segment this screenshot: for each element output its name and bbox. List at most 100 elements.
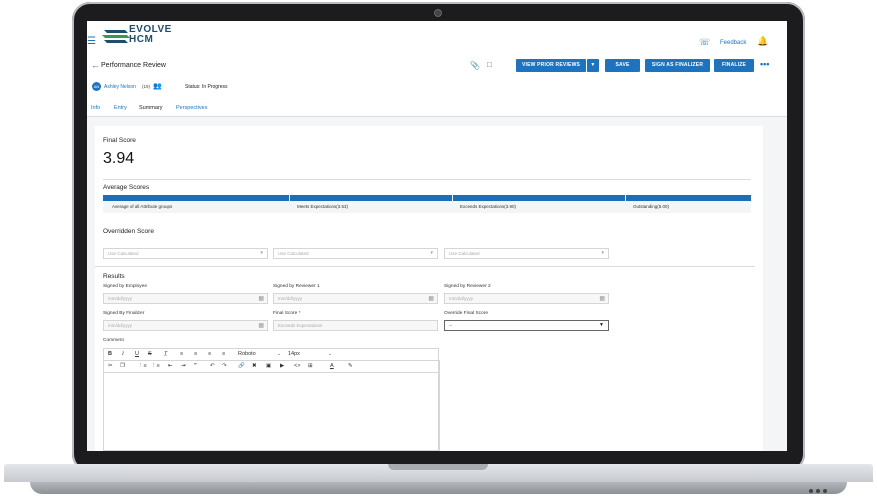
average-cell: Meets Expectations(3.53)	[297, 204, 349, 209]
align-justify-icon[interactable]: ≡	[222, 351, 225, 357]
camera-icon	[434, 9, 442, 17]
comment-editor[interactable]: B I U S T̲ ≡ ≡ ≡ ≡ Roboto ⌄ 14px ⌄ ✂ ❐ ⋮…	[103, 348, 439, 451]
override-final-score-select[interactable]: -- ▼	[444, 320, 609, 331]
led	[816, 489, 820, 493]
align-left-icon[interactable]: ≡	[180, 351, 183, 357]
unlink-icon[interactable]: ✖	[252, 363, 257, 369]
chevron-down-icon[interactable]: ⌄	[277, 351, 281, 357]
font-size-select[interactable]: 14px	[288, 351, 300, 357]
outdent-icon[interactable]: ⇤	[168, 363, 173, 369]
feedback-link[interactable]: Feedback	[720, 40, 746, 46]
tab-perspectives[interactable]: Perspectives	[176, 105, 208, 111]
calendar-icon[interactable]: ▦	[258, 322, 264, 329]
view-prior-reviews-button[interactable]: VIEW PRIOR REVIEWS	[516, 59, 586, 72]
user-count: (19)	[142, 84, 151, 89]
overridden-score-title: Overridden Score	[103, 228, 154, 235]
comment-icon[interactable]: □	[487, 60, 492, 69]
hamburger-menu-icon[interactable]: ☰	[87, 36, 96, 47]
editor-toolbar-row1: B I U S T̲ ≡ ≡ ≡ ≡ Roboto ⌄ 14px ⌄	[104, 349, 438, 361]
avatar: AN	[92, 82, 101, 91]
tab-entry[interactable]: Entry	[114, 105, 127, 111]
clear-format-icon[interactable]: T̲	[164, 351, 167, 357]
back-arrow-icon[interactable]: ←	[91, 60, 100, 70]
app-screen: ☰ EVOLVE HCM ☏ Feedback 🔔 ← Performance …	[87, 21, 787, 451]
video-icon[interactable]: ▶	[280, 363, 284, 369]
calendar-icon[interactable]: ▦	[428, 295, 434, 302]
signed-by-employee-label: Signed by Employee	[103, 284, 147, 289]
logo-line2: HCM	[129, 34, 154, 45]
user-row: AN Ashley Nelson (19) 👥 Status: In Progr…	[87, 81, 787, 95]
average-cell: Exceeds Expectations(3.90)	[460, 204, 517, 209]
finalize-button[interactable]: FINALIZE	[714, 59, 754, 72]
align-right-icon[interactable]: ≡	[208, 351, 211, 357]
override-select-1[interactable]: Use Calculated ▾	[103, 248, 268, 259]
editor-toolbar-row2: ✂ ❐ ⋮≡ ⋮≡ ⇤ ⇥ ” ↶ ↷ 🔗 ✖ ▣ ▶ <> ⊞ A ✎	[104, 361, 438, 373]
final-score-field-label: Final Score *	[273, 311, 300, 316]
more-options-icon[interactable]: •••	[760, 59, 769, 69]
select-value: Use Calculated	[449, 251, 480, 256]
bell-icon[interactable]: 🔔	[757, 36, 768, 47]
user-name[interactable]: Ashley Nelson	[104, 84, 136, 90]
support-icon[interactable]: ☏	[699, 37, 710, 48]
italic-icon[interactable]: I	[122, 351, 124, 357]
page-title: Performance Review	[101, 62, 166, 69]
tab-info[interactable]: Info	[91, 105, 100, 111]
required-asterisk: *	[298, 311, 301, 316]
override-select-2[interactable]: Use Calculated ▾	[273, 248, 438, 259]
divider	[103, 179, 751, 180]
signed-by-finalizer-field[interactable]: mm/dd/yyyy ▦	[103, 320, 268, 331]
title-row: ← Performance Review 📎 □ VIEW PRIOR REVI…	[87, 57, 787, 77]
override-select-3[interactable]: Use Calculated ▾	[444, 248, 609, 259]
override-final-score-label: Override Final Score	[444, 311, 488, 316]
date-placeholder: mm/dd/yyyy	[278, 296, 303, 301]
table-icon[interactable]: ⊞	[308, 363, 313, 369]
font-color-icon[interactable]: A	[330, 363, 334, 369]
calendar-icon[interactable]: ▦	[599, 295, 605, 302]
calendar-icon[interactable]: ▦	[258, 295, 264, 302]
average-scores-title: Average Scores	[103, 184, 150, 191]
strikethrough-icon[interactable]: S	[148, 351, 152, 357]
signed-by-employee-field[interactable]: mm/dd/yyyy ▦	[103, 293, 268, 304]
led	[809, 489, 813, 493]
select-value: Use Calculated	[108, 251, 139, 256]
link-icon[interactable]: 🔗	[238, 363, 245, 369]
signed-by-reviewer2-field[interactable]: mm/dd/yyyy ▦	[444, 293, 609, 304]
numbered-list-icon[interactable]: ⋮≡	[151, 363, 160, 369]
attachment-icon[interactable]: 📎	[470, 61, 480, 70]
align-center-icon[interactable]: ≡	[194, 351, 197, 357]
quote-icon[interactable]: ”	[194, 363, 197, 369]
led	[823, 489, 827, 493]
chevron-down-icon[interactable]: ⌄	[328, 351, 332, 357]
laptop-notch	[388, 464, 488, 470]
bullet-list-icon[interactable]: ⋮≡	[138, 363, 147, 369]
bold-icon[interactable]: B	[108, 351, 112, 357]
font-family-select[interactable]: Roboto	[238, 351, 256, 357]
laptop-base-bottom	[30, 482, 847, 494]
results-title: Results	[103, 273, 125, 280]
underline-icon[interactable]: U	[135, 351, 139, 357]
cut-icon[interactable]: ✂	[108, 363, 113, 369]
tab-summary[interactable]: Summary	[139, 105, 163, 111]
laptop-base	[0, 464, 877, 499]
undo-icon[interactable]: ↶	[210, 363, 215, 369]
save-button[interactable]: SAVE	[605, 59, 640, 72]
sign-as-finalizer-button[interactable]: SIGN AS FINALIZER	[645, 59, 710, 72]
average-cell: Outstanding(5.00)	[633, 204, 670, 209]
comment-label: Comment	[103, 338, 124, 343]
signed-by-reviewer1-field[interactable]: mm/dd/yyyy ▦	[273, 293, 438, 304]
image-icon[interactable]: ▣	[266, 363, 271, 369]
indent-icon[interactable]: ⇥	[181, 363, 186, 369]
divider	[95, 266, 755, 267]
redo-icon[interactable]: ↷	[222, 363, 227, 369]
status-leds	[806, 480, 827, 498]
final-score-field-value: Exceeds Expectations	[278, 323, 323, 328]
highlight-icon[interactable]: ✎	[348, 363, 353, 369]
copy-icon[interactable]: ❐	[120, 363, 125, 369]
user-switch-icon[interactable]: 👥	[153, 82, 162, 90]
evolve-logo	[102, 30, 130, 43]
select-value: --	[449, 323, 452, 328]
code-icon[interactable]: <>	[294, 363, 300, 369]
final-score-value: 3.94	[103, 150, 135, 167]
top-bar: ☰ EVOLVE HCM ☏ Feedback 🔔	[87, 21, 787, 53]
chevron-down-icon[interactable]: ▼	[587, 59, 599, 72]
